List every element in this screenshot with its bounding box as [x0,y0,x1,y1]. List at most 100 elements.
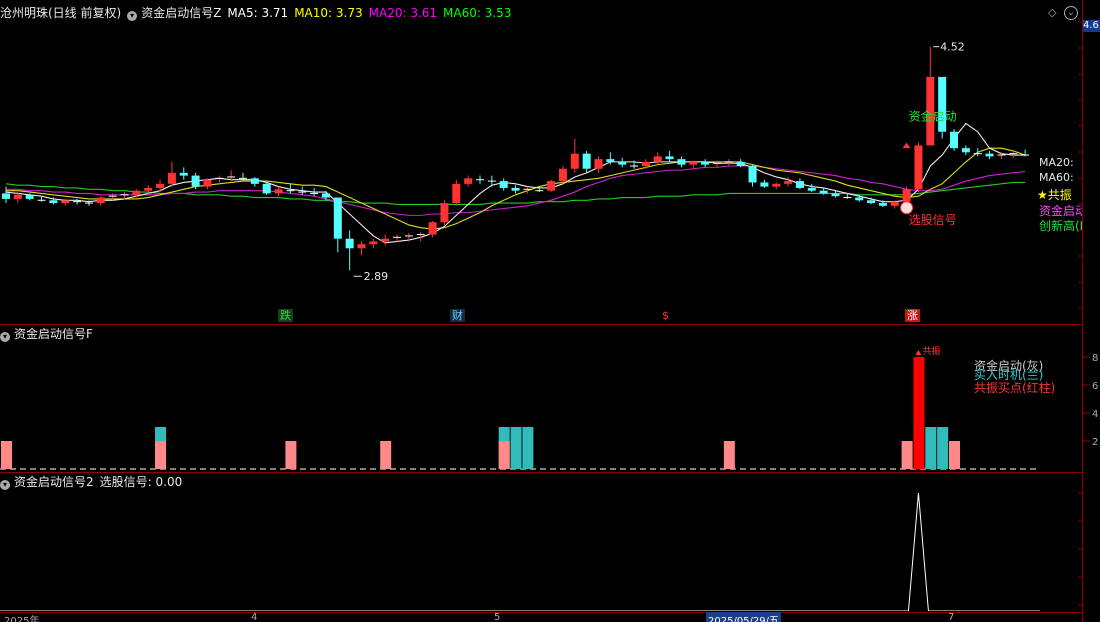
legend-mrsj: 买入时机(兰) [974,368,1044,382]
sub1-tick-label: 8 [1092,353,1098,364]
candle-body [914,145,923,190]
current-price-tag: 4.6 [1083,20,1100,32]
low-price-label: 2.89 [364,270,389,283]
candle-body [345,238,354,249]
candle-body [890,201,899,206]
candle-body [96,197,105,204]
candle-body [203,179,212,187]
candle-body [25,194,34,199]
candle-body [784,181,793,184]
x-label-7: 7 [948,612,955,622]
sub1-tick-label: 6 [1092,381,1098,392]
x-label-5: 5 [494,612,501,622]
candle-body [440,203,449,223]
candle-body [13,194,22,199]
sub1-bar [925,427,937,469]
candle-body [950,131,958,149]
candle-body [961,148,970,153]
candle-body [701,161,710,165]
selection-signal-line [0,492,1040,611]
candle-body [250,178,259,184]
candle-body [144,187,153,191]
candle-body [985,153,994,157]
candle-body [867,200,876,204]
candle-body [795,181,804,188]
candle-body [570,153,579,169]
sub1-peak-label: 共振 [922,345,940,357]
x-label-4: 4 [251,612,258,622]
sub1-bar [913,357,925,469]
candle-body [2,193,10,199]
candle-body [606,159,615,162]
gongzhen-label: ★共振 [1037,188,1072,202]
sub1-bar [723,441,735,469]
candle-body [132,190,141,195]
high-price-label: 4.52 [940,41,965,54]
candle-body [582,153,591,169]
candle-body [321,193,330,198]
signal-label: 选股信号 [909,213,957,227]
x-axis: 2025年 4 5 2025/05/29/五 7 [0,612,1082,622]
sub1-bar [155,441,167,469]
candle-body [736,161,745,166]
candle-body [807,187,816,191]
candle-body [902,189,911,202]
candle-body [547,181,556,191]
candle-body [167,172,176,184]
candle-body [49,200,58,204]
candle-body [179,172,188,176]
signal-arrow [902,142,911,149]
sub1-tick-label: 2 [1092,437,1098,448]
sub1-bar [510,427,522,469]
candle-body [274,189,283,194]
candle-body [381,238,390,242]
sub1-bar [901,441,913,469]
candle-body [665,156,674,160]
candle-body [369,241,378,245]
right-ma20-label: MA20: [1039,156,1074,169]
candle-body [428,222,437,235]
sub2-chart [0,492,1082,611]
candle-body [499,181,508,188]
legend-gzmd: 共振买点(红柱) [974,381,1056,395]
candle-body [191,175,200,187]
candle-body [760,182,769,187]
sub1-chart: 8 6 4 2 共振 [0,345,1098,470]
candle-body [689,161,698,165]
candle-body [772,183,781,187]
sub1-peak-arrow [915,350,922,355]
candle-body [819,190,828,194]
sub1-bar [380,441,392,469]
candle-body [558,168,567,182]
candle-body [262,183,271,194]
candle-body [452,183,461,204]
candle-body [511,187,520,191]
sub1-bar [1,441,12,469]
cxg-right-label: 创新高(I [1039,219,1082,233]
right-ma60-label: MA60: [1039,171,1074,184]
candle-body [878,203,887,206]
candle-body [618,161,627,165]
sub1-bar [285,441,297,469]
sub1-legend: 资金启动(灰) 买入时机(兰) 共振买点(红柱) [974,360,1056,395]
candle-body [156,183,165,188]
candle-body [357,244,366,249]
candle-body [748,166,757,183]
price-axis [1082,0,1100,622]
x-label-cursor-date[interactable]: 2025/05/29/五 [706,612,782,622]
candle-body [61,200,70,204]
x-label-2025: 2025年 [4,616,40,622]
candle-body [855,197,864,201]
sub1-tick-label: 4 [1092,409,1098,420]
candle-body [653,156,662,162]
candlestick-chart[interactable]: 4.52 2.89 选股信号 资金启动 [0,0,1082,320]
chart-stage: 沧州明珠(日线 前复权) ▾ 资金启动信号Z MA5: 3.71 MA10: 3.73 M… [0,0,1100,622]
start-label: 资金启动 [909,109,957,124]
sub1-bar [937,427,949,469]
sub1-bar [498,441,510,469]
candle-body [831,193,840,197]
candle-body [677,159,686,165]
candle-body [594,159,603,169]
sub1-bar [949,441,960,469]
candle-body [464,178,473,184]
